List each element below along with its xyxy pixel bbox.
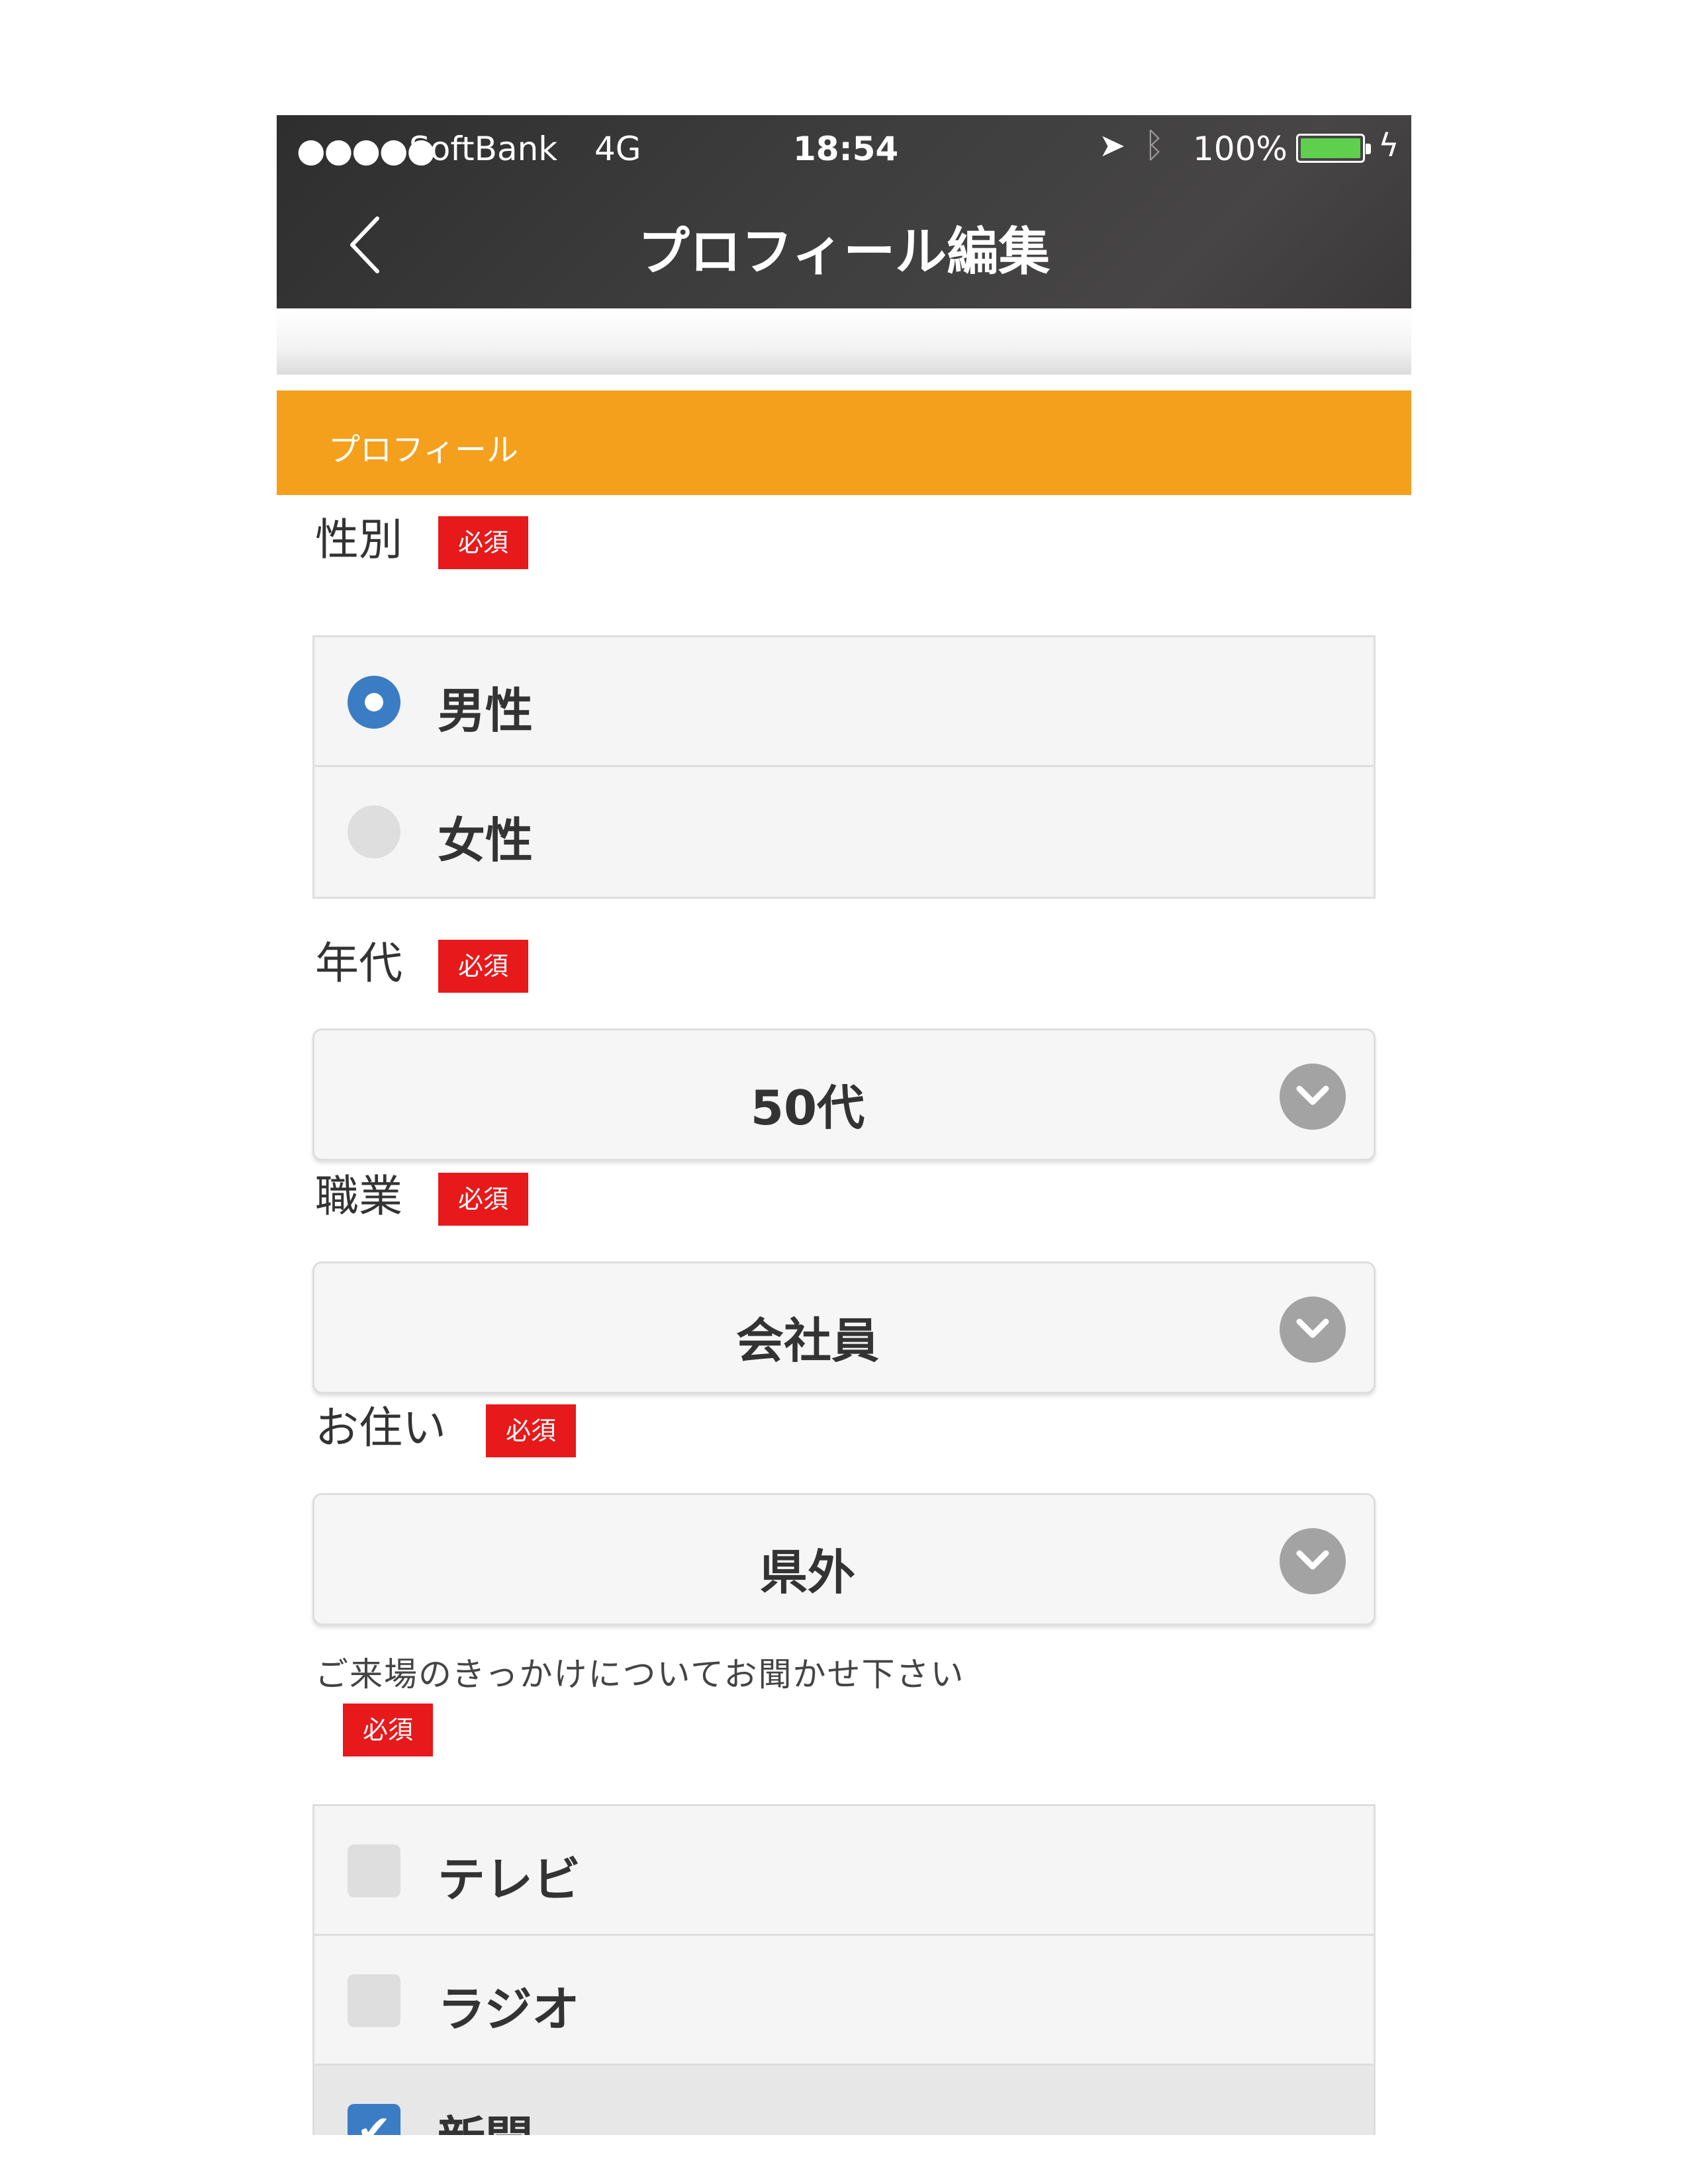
occupation-label: 職業 [315,1171,402,1222]
charging-icon: ϟ [1378,127,1399,164]
option-label: 新聞 [438,2100,533,2135]
age-select[interactable]: 50代 [312,1028,1376,1161]
option-label: ラジオ [438,1981,580,2037]
age-label: 年代 [315,938,402,989]
bluetooth-icon: ᛒ [1144,126,1165,165]
status-time: 18:54 [793,130,899,168]
status-bar: ●●●●● SoftBank 4G 18:54 ➤ ᛒ 100% ϟ [277,115,1411,181]
battery-fill [1301,138,1360,158]
chevron-down-icon[interactable] [1280,1064,1346,1130]
required-badge: 必須 [438,940,528,993]
visit-option-newspaper[interactable]: ✔ 新聞 [314,2066,1374,2135]
radio-selected-icon[interactable] [348,676,400,729]
residence-select-value: 県外 [759,1545,855,1600]
occupation-select[interactable]: 会社員 [312,1261,1376,1394]
network-type: 4G [594,130,641,168]
required-badge: 必須 [438,516,528,569]
age-select-value: 50代 [750,1080,865,1136]
required-badge: 必須 [438,1173,528,1226]
gender-radio-group: 男性 女性 [312,635,1376,899]
checkbox-unchecked-icon[interactable] [348,1844,400,1897]
visit-option-radio[interactable]: ラジオ [314,1936,1374,2066]
page-title: プロフィール編集 [637,222,1051,282]
option-label: テレビ [438,1852,581,1907]
chevron-down-icon[interactable] [1280,1297,1346,1363]
battery-percentage: 100% [1193,130,1288,168]
residence-select[interactable]: 県外 [312,1493,1376,1625]
residence-label: お住い [315,1402,446,1453]
checkbox-checked-icon[interactable]: ✔ [348,2104,400,2135]
gender-label: 性別 [315,514,402,565]
chevron-down-icon[interactable] [1280,1528,1346,1594]
gender-option-female[interactable]: 女性 [314,767,1374,897]
option-label: 男性 [438,683,534,739]
checkbox-unchecked-icon[interactable] [348,1974,400,2027]
visit-reason-checkbox-group: テレビ ラジオ ✔ 新聞 [312,1804,1376,2135]
carrier-name: SoftBank [409,130,558,168]
required-badge: 必須 [486,1404,576,1457]
phone-screen: ●●●●● SoftBank 4G 18:54 ➤ ᛒ 100% ϟ プロフィー… [277,115,1411,2135]
option-label: 女性 [438,813,534,868]
required-badge: 必須 [343,1704,433,1756]
radio-unselected-icon[interactable] [348,805,400,858]
gender-option-male[interactable]: 男性 [314,637,1374,767]
occupation-select-value: 会社員 [735,1313,879,1369]
sub-toolbar [277,308,1411,375]
section-title: プロフィール [328,432,519,469]
top-bar: ●●●●● SoftBank 4G 18:54 ➤ ᛒ 100% ϟ プロフィー… [277,115,1411,308]
navigation-bar: プロフィール編集 [277,181,1411,308]
section-header-profile: プロフィール [277,390,1411,495]
visit-option-tv[interactable]: テレビ [314,1806,1374,1936]
visit-reason-question: ご来場のきっかけについてお聞かせ下さい [315,1655,965,1694]
location-arrow-icon: ➤ [1099,127,1126,164]
battery-icon [1296,134,1371,163]
